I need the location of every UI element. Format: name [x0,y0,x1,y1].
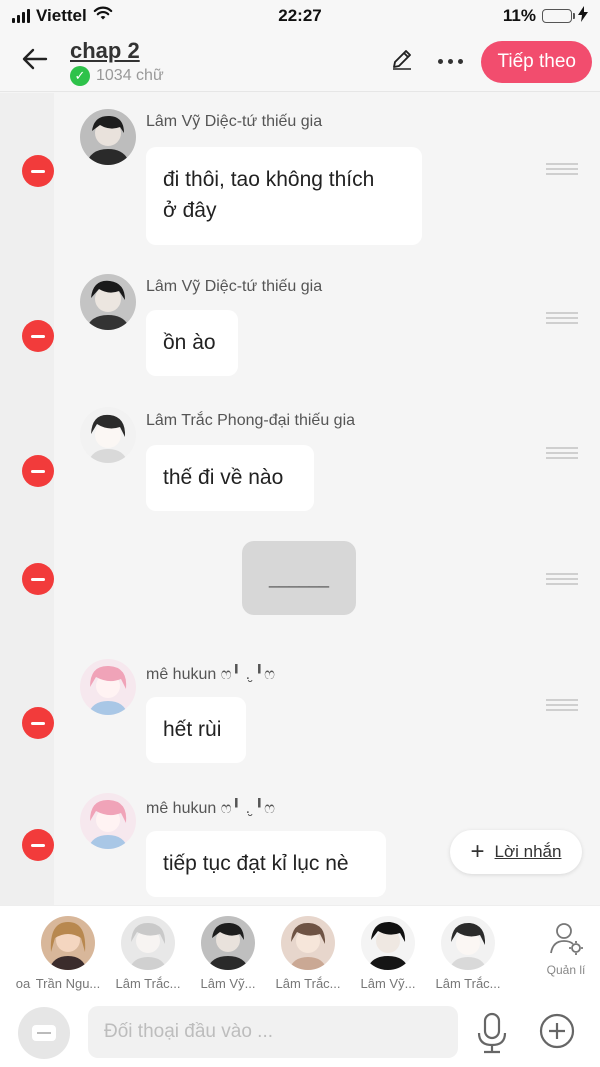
chapter-title[interactable]: chap 2 [70,38,164,64]
delete-button[interactable] [22,707,54,739]
character-name: Trần Ngu... [35,976,101,991]
more-button[interactable] [433,45,467,79]
drag-handle[interactable] [546,699,578,713]
message-line: tiếp tục đạt kỉ lục nè [163,852,349,875]
message-bubble[interactable]: hết rùi [146,697,246,763]
header-actions: Tiếp theo [385,40,600,83]
manage-label: Quản lí [546,963,586,977]
plus-circle-icon [538,1013,576,1054]
carrier-label: Viettel [36,6,87,25]
plus-icon: + [470,838,485,865]
status-bar: Viettel 22:27 11% [0,0,600,32]
drag-handle[interactable] [546,447,578,461]
edit-gutter [0,93,54,905]
drag-handle[interactable] [546,163,578,177]
character-avatar [121,916,175,970]
pencil-icon [390,47,414,76]
avatar[interactable] [80,274,136,330]
message-bubble[interactable]: đi thôi, tao không thích ở đây [146,147,422,245]
character-name: Lâm Vỹ... [200,976,256,991]
message-line: ồn ào [163,331,216,354]
microphone-icon [472,1012,512,1059]
keyboard-toggle-button[interactable] [18,1007,70,1059]
character-name: Lâm Trắc... [275,976,341,991]
character-item[interactable]: Lâm Trắc... [268,916,348,991]
character-name: Lâm Trắc... [115,976,181,991]
speaker-name: Lâm Vỹ Diệc-tứ thiếu gia [146,113,323,130]
message-line: đi thôi, tao không thích [163,168,375,191]
character-avatar [441,916,495,970]
avatar[interactable] [80,659,136,715]
character-item[interactable]: Trần Ngu... [28,916,108,991]
microphone-button[interactable] [472,1011,512,1055]
speaker-name: mê hukun ෆ╹ .̮ ╹ෆ [146,800,275,817]
character-strip[interactable]: oa Trần Ngu... Lâm Trắc... Lâm Vỹ... Lâm… [0,905,600,997]
avatar[interactable] [80,793,136,849]
delete-button[interactable] [22,455,54,487]
add-note-label: Lời nhắn [494,842,562,861]
word-count: 1034 chữ [96,66,164,84]
title-block: chap 2 ✓ 1034 chữ [70,38,164,86]
avatar[interactable] [80,109,136,165]
character-name: Lâm Trắc... [435,976,501,991]
character-item[interactable]: Lâm Trắc... [428,916,508,991]
back-button[interactable] [0,32,70,92]
character-item[interactable]: Lâm Vỹ... [188,916,268,991]
delete-button[interactable] [22,563,54,595]
character-avatar [41,916,95,970]
delete-button[interactable] [22,155,54,187]
message-line: hết rùi [163,718,222,741]
charging-icon [578,5,588,27]
speaker-name: Lâm Vỹ Diệc-tứ thiếu gia [146,278,323,295]
character-avatar [361,916,415,970]
delete-button[interactable] [22,829,54,861]
message-line: ở đây [163,199,217,222]
chat-area[interactable]: Lâm Vỹ Diệc-tứ thiếu gia đi thôi, tao kh… [0,93,600,905]
word-count-row: ✓ 1034 chữ [70,65,164,86]
edit-button[interactable] [385,45,419,79]
battery-percent: 11% [502,6,536,25]
character-name: Lâm Vỹ... [360,976,416,991]
wifi-icon [93,6,113,26]
message-line: thế đi về nào [163,466,284,489]
status-left: Viettel [12,6,113,26]
keyboard-icon [32,1025,56,1041]
character-avatar [281,916,335,970]
manage-characters-button[interactable]: Quản lí [538,920,594,977]
narration-bubble[interactable]: ______ [242,541,356,615]
back-arrow-icon [22,48,48,75]
speaker-name: mê hukun ෆ╹ .̮ ╹ෆ [146,666,275,683]
drag-handle[interactable] [546,312,578,326]
more-icon [437,59,463,64]
message-bubble[interactable]: thế đi về nào [146,445,314,511]
message-bubble[interactable]: tiếp tục đạt kỉ lục nè [146,831,386,897]
battery-icon [542,9,575,23]
drag-handle[interactable] [546,573,578,587]
top-bar: chap 2 ✓ 1034 chữ Tiếp theo [0,32,600,92]
avatar[interactable] [80,407,136,463]
delete-button[interactable] [22,320,54,352]
signal-icon [12,9,30,23]
check-icon: ✓ [70,65,90,86]
speaker-name: Lâm Trắc Phong-đại thiếu gia [146,412,356,429]
character-item[interactable]: Lâm Trắc... [108,916,188,991]
add-note-button[interactable]: + Lời nhắn [450,830,582,874]
add-button[interactable] [538,1012,576,1050]
user-settings-icon [548,920,584,961]
character-avatar [201,916,255,970]
character-item[interactable]: Lâm Vỹ... [348,916,428,991]
input-bar [0,997,600,1067]
message-bubble[interactable]: ồn ào [146,310,238,376]
dialogue-input[interactable] [88,1006,458,1058]
next-button[interactable]: Tiếp theo [481,40,592,83]
status-right: 11% [502,5,588,27]
